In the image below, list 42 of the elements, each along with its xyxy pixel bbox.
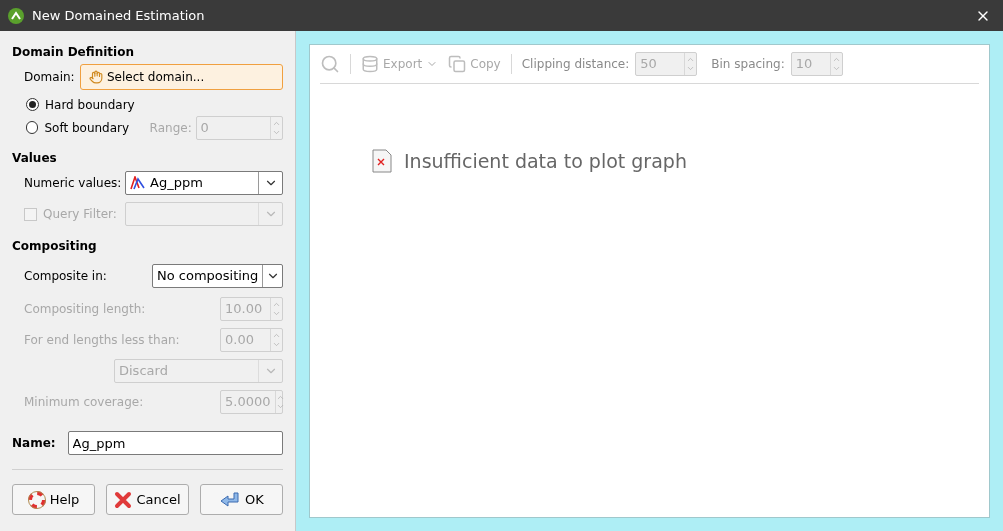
cancel-button[interactable]: Cancel: [106, 484, 189, 515]
name-field[interactable]: Ag_ppm: [67, 431, 283, 455]
drillhole-icon: [130, 176, 146, 190]
range-label: Range:: [149, 119, 190, 137]
select-domain-button[interactable]: Select domain...: [80, 64, 283, 90]
domain-label: Domain:: [24, 69, 72, 86]
section-heading: Domain Definition: [12, 44, 135, 61]
numeric-values-value: Ag_ppm: [150, 174, 203, 193]
cross-icon: [114, 490, 133, 509]
help-button[interactable]: Help: [12, 484, 95, 515]
select-value: Discard: [119, 361, 168, 380]
numeric-values-select[interactable]: Ag_ppm: [125, 171, 283, 195]
composite-in-label: Composite in:: [24, 268, 107, 285]
composite-in-value: No compositing: [157, 267, 259, 286]
spin-field[interactable]: 50: [635, 52, 698, 76]
query-filter-label: Query Filter:: [43, 206, 117, 223]
field-label: For end lengths less than:: [24, 331, 180, 349]
ok-button[interactable]: OK: [200, 484, 283, 515]
field-label: Compositing length:: [24, 300, 146, 318]
radio-label: Soft boundary: [44, 119, 131, 137]
composite-in-select[interactable]: No compositing: [152, 264, 283, 288]
radio-label: Hard boundary: [45, 96, 136, 114]
name-label: Name:: [12, 435, 56, 452]
hand-icon: [89, 70, 103, 84]
database-icon: [361, 55, 379, 73]
copy-icon: [448, 55, 467, 73]
field-label: Minimum coverage:: [24, 393, 144, 411]
window-title: New Domained Estimation: [32, 6, 206, 25]
numeric-values-label: Numeric values:: [24, 175, 122, 192]
lifebuoy-icon: [27, 490, 46, 509]
section-heading: Compositing: [12, 238, 98, 255]
query-filter-select[interactable]: [125, 202, 283, 226]
section-heading: Values: [12, 150, 58, 167]
spin-label: Bin spacing:: [711, 56, 785, 73]
app-logo-icon: [8, 7, 24, 24]
return-arrow-icon: [219, 490, 242, 509]
empty-chart-message: Insufficient data to plot graph: [404, 149, 687, 174]
broken-file-icon: [372, 149, 392, 174]
radio-button[interactable]: [26, 121, 39, 134]
spin-label: Clipping distance:: [521, 56, 630, 73]
radio-button[interactable]: [26, 98, 39, 111]
spin-field[interactable]: 10: [790, 52, 843, 76]
